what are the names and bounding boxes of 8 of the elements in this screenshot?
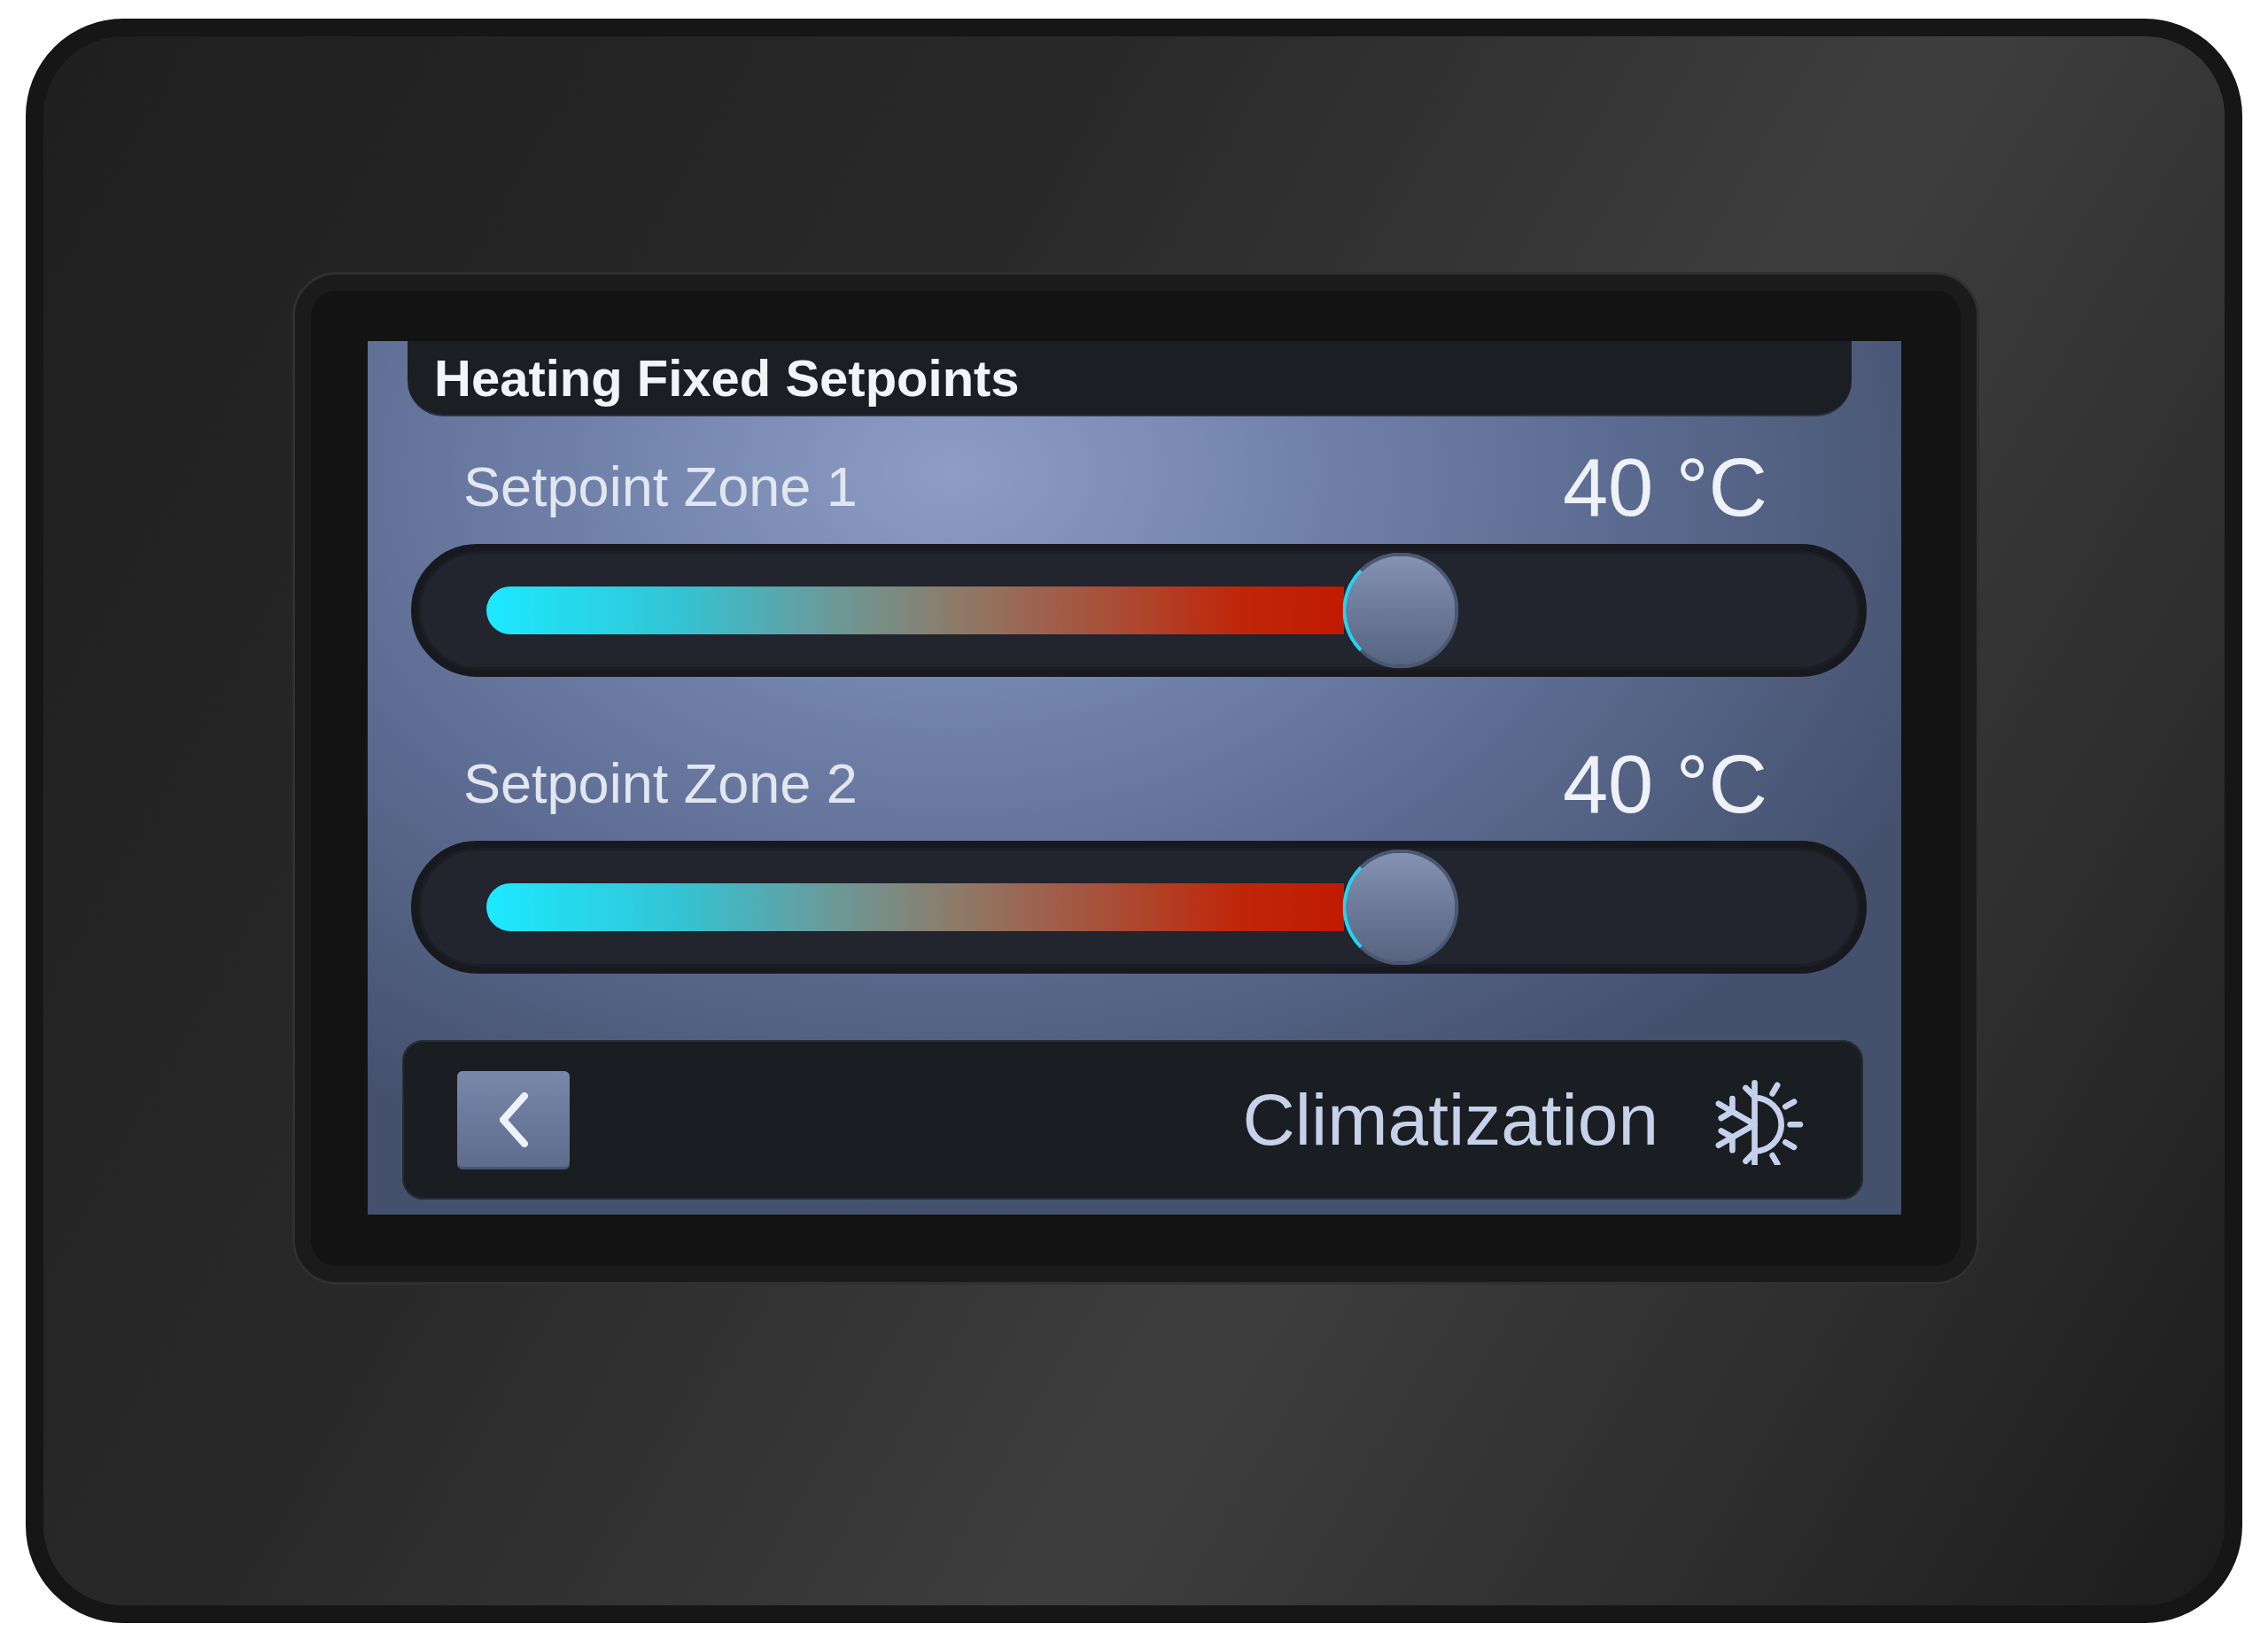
screen-title: Heating Fixed Setpoints xyxy=(434,349,1020,407)
section-title: Climatization xyxy=(1242,1079,1658,1161)
temperature-reading: 40 °C xyxy=(1562,741,1767,827)
back-button[interactable] xyxy=(457,1070,570,1169)
setpoint-label: Setpoint Zone 1 xyxy=(463,456,858,518)
temperature-reading: 40 °C xyxy=(1562,444,1767,531)
chevron-left-icon xyxy=(497,1092,530,1147)
setpoint-label: Setpoint Zone 2 xyxy=(463,753,858,815)
